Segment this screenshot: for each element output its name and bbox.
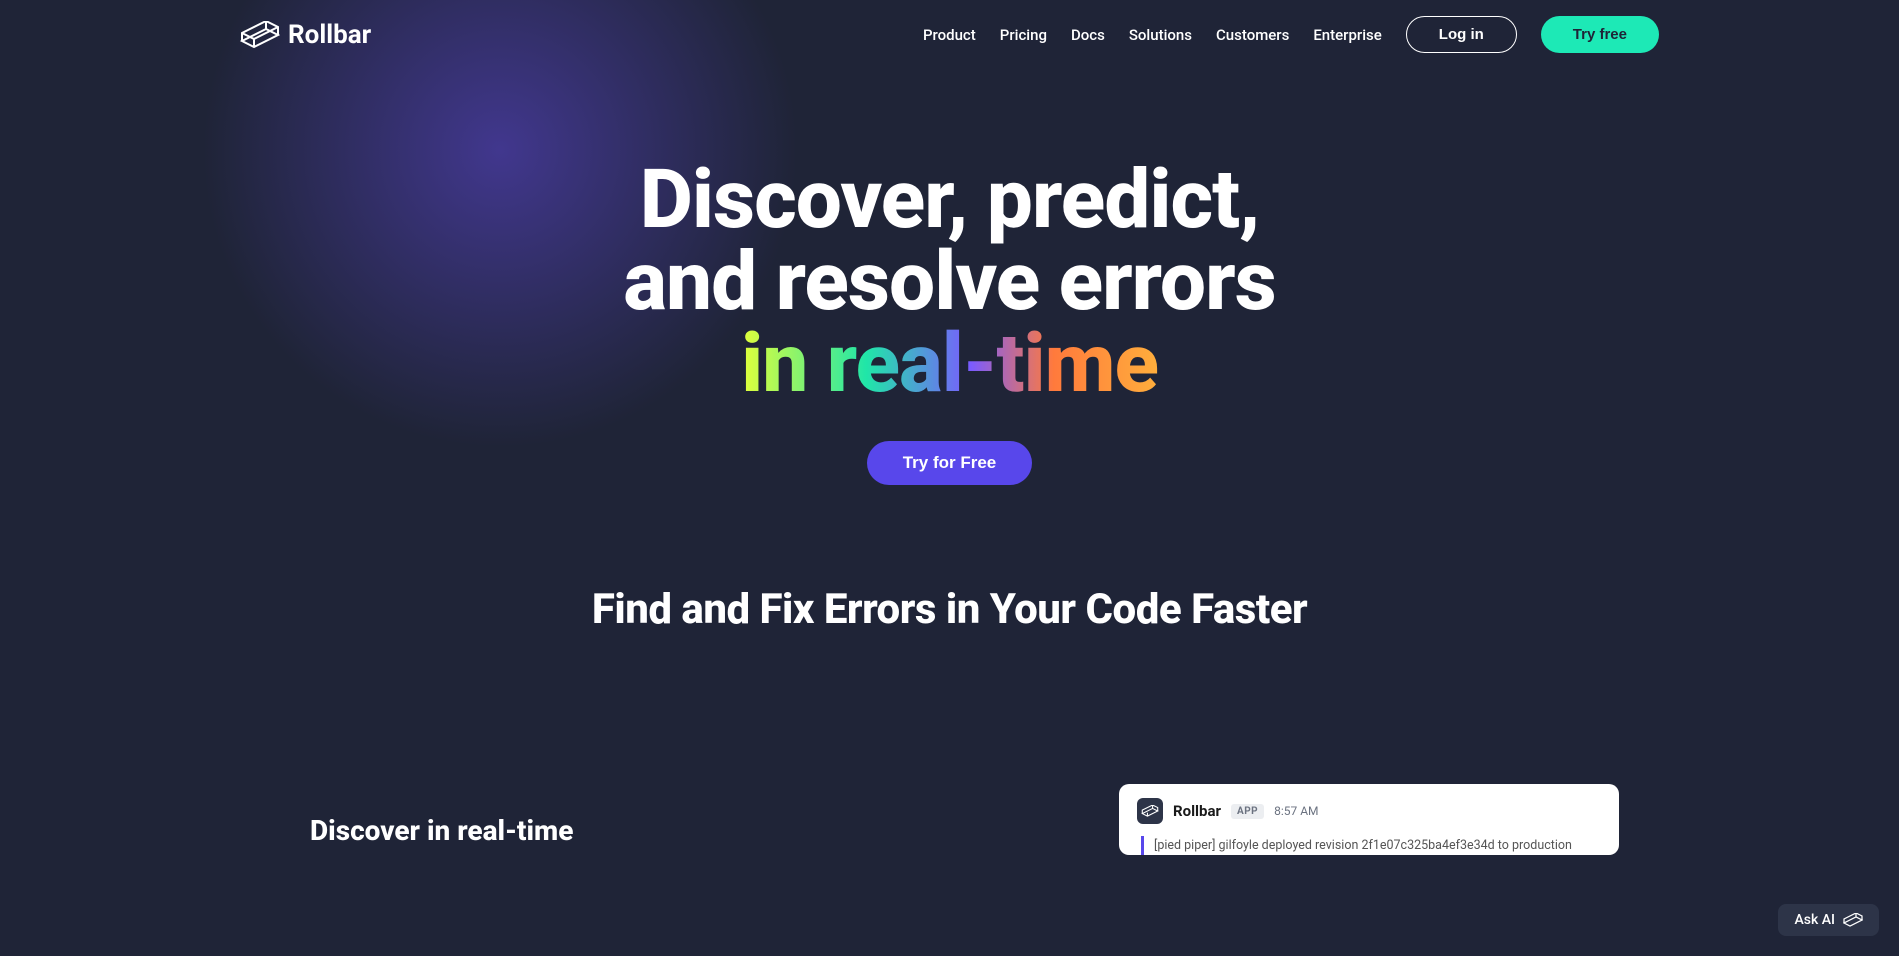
hero-line3: in real-time: [741, 316, 1158, 412]
header: Rollbar Product Pricing Docs Solutions C…: [0, 0, 1899, 69]
logo[interactable]: Rollbar: [240, 20, 371, 50]
card-badge: APP: [1231, 804, 1264, 819]
nav-links: Product Pricing Docs Solutions Customers…: [923, 26, 1382, 44]
discover-title: Discover in real-time: [310, 814, 573, 847]
nav-link-customers[interactable]: Customers: [1216, 26, 1289, 44]
ask-ai-button[interactable]: Ask AI: [1778, 904, 1879, 936]
nav-right: Product Pricing Docs Solutions Customers…: [923, 16, 1659, 53]
nav-link-solutions[interactable]: Solutions: [1129, 26, 1192, 44]
rollbar-logo-icon: [240, 21, 280, 49]
card-avatar: [1137, 798, 1163, 824]
nav-link-enterprise[interactable]: Enterprise: [1313, 26, 1381, 44]
card-header: Rollbar APP 8:57 AM: [1137, 798, 1601, 824]
card-time: 8:57 AM: [1274, 804, 1318, 818]
rollbar-icon: [1141, 805, 1159, 817]
nav-link-pricing[interactable]: Pricing: [1000, 26, 1047, 44]
card-message: [pied piper] gilfoyle deployed revision …: [1141, 836, 1601, 855]
try-for-free-button[interactable]: Try for Free: [867, 441, 1033, 485]
notification-card: Rollbar APP 8:57 AM [pied piper] gilfoyl…: [1119, 784, 1619, 855]
logo-text: Rollbar: [288, 20, 371, 50]
hero-title: Discover, predict, and resolve errors in…: [40, 159, 1859, 405]
nav-link-docs[interactable]: Docs: [1071, 26, 1105, 44]
ask-ai-label: Ask AI: [1794, 912, 1835, 928]
nav-link-product[interactable]: Product: [923, 26, 976, 44]
try-free-button[interactable]: Try free: [1541, 16, 1659, 53]
ask-ai-icon: [1843, 913, 1863, 927]
card-app-name: Rollbar: [1173, 802, 1221, 820]
bottom-section: Discover in real-time Rollbar APP 8:57 A…: [0, 784, 1899, 855]
subheading: Find and Fix Errors in Your Code Faster: [0, 585, 1899, 634]
login-button[interactable]: Log in: [1406, 16, 1517, 53]
hero-section: Discover, predict, and resolve errors in…: [0, 159, 1899, 485]
